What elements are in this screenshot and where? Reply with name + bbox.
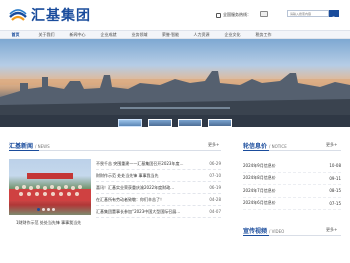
news-item-title: 汇基集团董事长参加“2023中国大型国际召展…: [96, 208, 181, 214]
news-title: 汇基新闻: [9, 143, 34, 150]
main-nav: 首页 关于我们 新闻中心 企业成就 业务领域 荣誉·智能 人力资源 企业文化 税…: [0, 30, 350, 39]
hotline-label: 全国服务热线：: [223, 12, 251, 17]
notice-item-date: 09-11: [329, 175, 341, 181]
photo-pager: [37, 208, 55, 211]
banner-thumb[interactable]: [118, 119, 142, 127]
logo[interactable]: 汇基集团: [9, 5, 91, 25]
logo-mark-icon: [9, 7, 27, 23]
search-icon: [331, 16, 337, 22]
pager-dot[interactable]: [52, 208, 55, 211]
notice-title: 轮信息价: [243, 143, 268, 150]
nav-business[interactable]: 业务领域: [124, 31, 155, 38]
nav-hr[interactable]: 人力资源: [186, 31, 217, 38]
nav-home[interactable]: 首页: [0, 31, 31, 38]
nav-honors[interactable]: 荣誉·智能: [155, 31, 186, 38]
notice-item-date: 08-15: [329, 188, 341, 194]
news-list: 不畏千苦 突围重建——汇基集团召开2023年度… 06-29 财财作示范 处处当先…: [96, 158, 221, 218]
nav-tax[interactable]: 税务工作: [248, 31, 279, 38]
notice-subtitle: / NOTICE: [269, 144, 287, 149]
video-subtitle: / VIDEO: [269, 229, 285, 234]
video-heading: 宣传视频 / VIDEO: [243, 226, 284, 235]
banner-thumb[interactable]: [148, 119, 172, 127]
news-item-title: 财财作示范 处处当先锋 事事我当先: [96, 172, 159, 178]
list-item[interactable]: 不畏千苦 突围重建——汇基集团召开2023年度… 06-29: [96, 158, 221, 170]
hero-banner: [0, 39, 350, 127]
list-item[interactable]: 财财作示范 处处当先锋 事事我当先 07-10: [96, 170, 221, 182]
phone-icon: [216, 12, 221, 18]
search-button[interactable]: [329, 10, 339, 22]
wechat-icon[interactable]: [260, 11, 268, 17]
divider: [9, 150, 221, 151]
list-item[interactable]: 在汇基所有劳动者致敬：你们辛苦了！ 04-28: [96, 194, 221, 206]
notice-item-date: 10-08: [329, 163, 341, 169]
search-input[interactable]: [287, 10, 329, 17]
list-item[interactable]: 2024年9月信息价 10-08: [243, 160, 341, 173]
pager-dot[interactable]: [37, 208, 40, 211]
notice-heading: 轮信息价 / NOTICE: [243, 141, 287, 150]
list-item[interactable]: 汇基集团董事长参加“2023中国大型国际召展… 04-07: [96, 206, 221, 218]
list-item[interactable]: 喜讯！汇基实业荣获重庆渝2022年度财政… 06-19: [96, 182, 221, 194]
news-heading: 汇基新闻 / NEWS: [9, 141, 50, 150]
site-header: 汇基集团 全国服务热线：: [0, 0, 350, 30]
brand-name: 汇基集团: [31, 8, 91, 24]
notice-list: 2024年9月信息价 10-08 2024年8月信息价 09-11 2024年7月信…: [243, 160, 341, 210]
list-item[interactable]: 2024年6月信息价 07-15: [243, 198, 341, 210]
news-more-link[interactable]: 更多+: [208, 142, 219, 148]
divider-accent: [243, 235, 269, 236]
news-item-date: 07-10: [209, 173, 221, 178]
list-item[interactable]: 2024年7月信息价 08-15: [243, 185, 341, 198]
nav-culture[interactable]: 企业文化: [217, 31, 248, 38]
divider-accent: [243, 150, 269, 151]
news-item-date: 06-19: [209, 185, 221, 190]
city-skyline-image: [0, 71, 350, 127]
banner-thumb[interactable]: [208, 119, 232, 127]
notice-item-title: 2024年6月信息价: [243, 200, 276, 206]
notice-more-link[interactable]: 更多+: [326, 142, 337, 148]
pager-dot[interactable]: [47, 208, 50, 211]
news-subtitle: / NEWS: [35, 144, 50, 149]
video-more-link[interactable]: 更多+: [326, 227, 337, 233]
notice-item-title: 2024年7月信息价: [243, 187, 276, 193]
hotline: 全国服务热线：: [216, 12, 251, 18]
news-item-date: 06-29: [209, 161, 221, 166]
nav-achievements[interactable]: 企业成就: [93, 31, 124, 38]
nav-news[interactable]: 新闻中心: [62, 31, 93, 38]
notice-item-date: 07-15: [329, 200, 341, 206]
photo-caption[interactable]: 1财财作示范 处处当先锋 事事我当先: [16, 220, 81, 226]
divider-accent: [9, 150, 39, 151]
notice-item-title: 2024年8月信息价: [243, 175, 276, 181]
news-item-title: 喜讯！汇基实业荣获重庆渝2022年度财政…: [96, 184, 175, 190]
news-item-date: 04-28: [209, 197, 221, 202]
notice-item-title: 2024年9月信息价: [243, 162, 276, 168]
news-item-date: 04-07: [209, 209, 221, 214]
news-item-title: 不畏千苦 突围重建——汇基集团召开2023年度…: [96, 160, 184, 166]
search-box: [287, 10, 339, 22]
pager-dot[interactable]: [42, 208, 45, 211]
banner-thumbnails: [118, 119, 232, 127]
nav-about[interactable]: 关于我们: [31, 31, 62, 38]
video-title: 宣传视频: [243, 228, 268, 235]
news-item-title: 在汇基所有劳动者致敬：你们辛苦了！: [96, 196, 164, 202]
news-photo[interactable]: [9, 159, 91, 215]
banner-thumb[interactable]: [178, 119, 202, 127]
list-item[interactable]: 2024年8月信息价 09-11: [243, 173, 341, 185]
